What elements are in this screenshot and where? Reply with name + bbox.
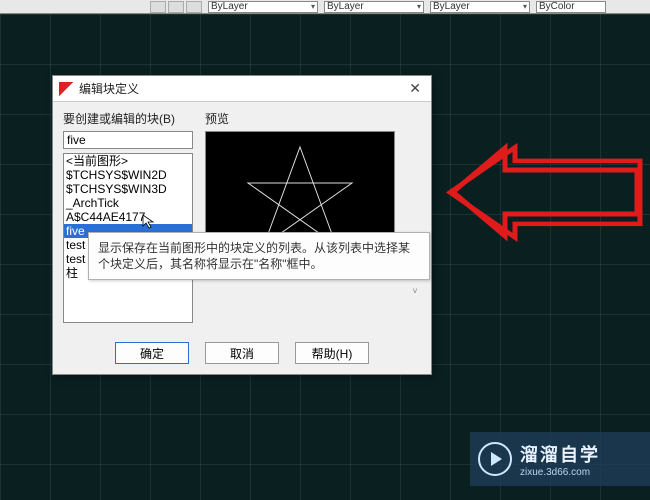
help-button[interactable]: 帮助(H) — [295, 342, 369, 364]
dialog-body: 要创建或编辑的块(B) <当前图形>$TCHSYS$WIN2D$TCHSYS$W… — [53, 102, 431, 336]
dropdown-value: ByLayer — [211, 1, 248, 12]
dialog-title: 编辑块定义 — [79, 80, 139, 97]
chevron-down-icon: ▾ — [417, 2, 421, 11]
scroll-down-icon[interactable]: ˅ — [412, 286, 417, 296]
dialog-button-row: 确定 取消 帮助(H) — [53, 342, 431, 364]
dropdown-value: ByLayer — [433, 1, 470, 12]
ok-button[interactable]: 确定 — [115, 342, 189, 364]
list-item[interactable]: $TCHSYS$WIN2D — [64, 168, 192, 182]
block-name-input[interactable] — [63, 131, 193, 149]
cancel-button[interactable]: 取消 — [205, 342, 279, 364]
list-item[interactable]: <当前图形> — [64, 154, 192, 168]
close-icon[interactable]: ✕ — [405, 80, 425, 97]
color-dropdown[interactable]: ByColor — [536, 1, 606, 13]
linetype-dropdown[interactable]: ByLayer ▾ — [324, 1, 424, 13]
edit-block-definition-dialog: 编辑块定义 ✕ 要创建或编辑的块(B) <当前图形>$TCHSYS$WIN2D$… — [52, 75, 432, 375]
layer-dropdown[interactable]: ByLayer ▾ — [208, 1, 318, 13]
app-icon — [59, 82, 73, 96]
play-icon — [478, 442, 512, 476]
dialog-titlebar[interactable]: 编辑块定义 ✕ — [53, 76, 431, 102]
watermark-url: zixue.3d66.com — [520, 467, 600, 478]
toolbar-icon[interactable] — [168, 1, 184, 13]
toolbar-icon[interactable] — [150, 1, 166, 13]
watermark: 溜溜自学 zixue.3d66.com — [470, 432, 650, 486]
list-tooltip: 显示保存在当前图形中的块定义的列表。从该列表中选择某个块定义后，其名称将显示在"… — [88, 232, 430, 280]
chevron-down-icon: ▾ — [311, 2, 315, 11]
watermark-brand: 溜溜自学 — [520, 441, 600, 467]
dropdown-value: ByColor — [539, 1, 575, 12]
preview-label: 预览 — [205, 110, 421, 127]
chevron-down-icon: ▾ — [523, 2, 527, 11]
watermark-text: 溜溜自学 zixue.3d66.com — [520, 441, 600, 478]
list-item[interactable]: A$C44AE4177 — [64, 210, 192, 224]
lineweight-dropdown[interactable]: ByLayer ▾ — [430, 1, 530, 13]
block-selection-column: 要创建或编辑的块(B) <当前图形>$TCHSYS$WIN2D$TCHSYS$W… — [63, 110, 193, 328]
list-item[interactable]: $TCHSYS$WIN3D — [64, 182, 192, 196]
toolbar-icon[interactable] — [186, 1, 202, 13]
block-name-label: 要创建或编辑的块(B) — [63, 110, 193, 127]
list-item[interactable]: _ArchTick — [64, 196, 192, 210]
dropdown-value: ByLayer — [327, 1, 364, 12]
preview-column: 预览 ˄ ˅ — [205, 110, 421, 328]
top-toolbar: ByLayer ▾ ByLayer ▾ ByLayer ▾ ByColor — [0, 0, 650, 14]
